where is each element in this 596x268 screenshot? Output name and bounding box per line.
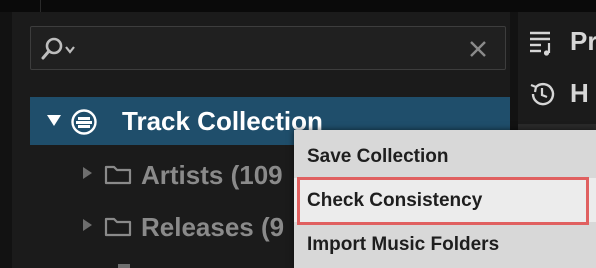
folder-icon xyxy=(104,165,132,185)
right-item-label: H xyxy=(570,78,589,108)
menu-item-import-music-folders[interactable]: Import Music Folders xyxy=(294,222,596,266)
menu-item-label: Save Collection xyxy=(307,146,449,167)
menu-item-label: Import Music Folders xyxy=(307,234,500,255)
right-item-prepare[interactable]: Pr xyxy=(528,22,596,62)
chevron-down-icon xyxy=(65,46,75,54)
tree-item-partial xyxy=(118,264,130,268)
search-icon[interactable] xyxy=(39,36,81,62)
expand-triangle-icon[interactable] xyxy=(83,219,92,231)
menu-item-save-collection[interactable]: Save Collection xyxy=(294,134,596,178)
playlist-icon xyxy=(530,31,551,56)
right-item-history[interactable]: H xyxy=(528,74,596,114)
search-input[interactable] xyxy=(93,35,467,65)
tree-item-label: Releases (9 xyxy=(141,212,285,242)
right-item-label: Pr xyxy=(570,26,596,56)
menu-item-label: Check Consistency xyxy=(307,190,483,211)
menu-item-check-consistency[interactable]: Check Consistency xyxy=(294,178,596,222)
tree-item-label: Artists (109 xyxy=(141,160,283,190)
context-menu: Save Collection Check Consistency Import… xyxy=(294,130,596,268)
expand-triangle-icon[interactable] xyxy=(83,167,92,179)
search-box[interactable] xyxy=(30,26,506,70)
top-bar xyxy=(0,0,596,12)
folder-icon xyxy=(104,217,132,237)
collection-icon xyxy=(71,109,97,135)
top-bar-divider xyxy=(0,0,41,12)
tree-item-label: Track Collection xyxy=(122,106,323,136)
history-icon xyxy=(530,82,555,106)
close-icon[interactable] xyxy=(468,39,488,59)
expand-triangle-icon[interactable] xyxy=(47,115,61,126)
